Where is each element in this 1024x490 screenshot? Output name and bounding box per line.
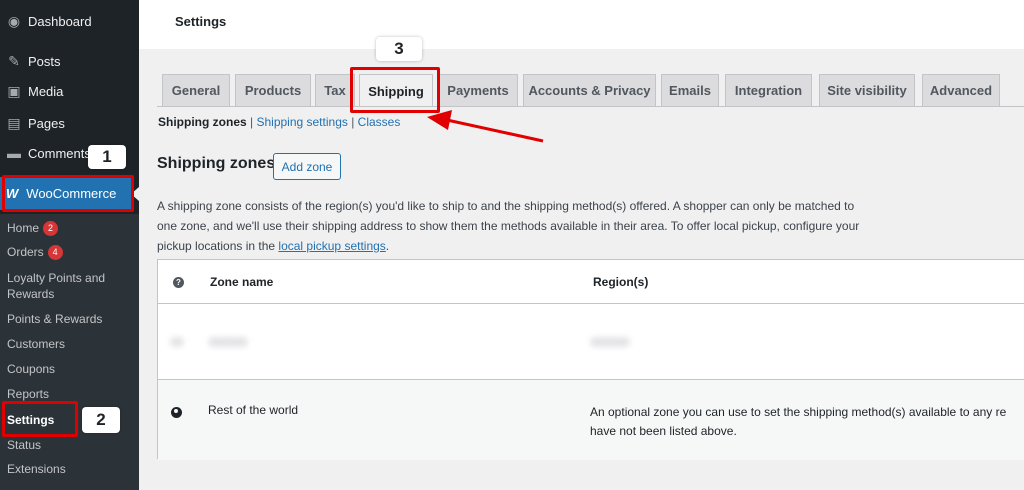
tabs-divider	[157, 106, 1024, 107]
submenu-customers[interactable]: Customers	[7, 336, 132, 352]
globe-icon	[171, 407, 182, 418]
tab-advanced[interactable]: Advanced	[922, 74, 1000, 106]
submenu-orders[interactable]: Orders 4	[7, 244, 132, 261]
tab-site-visibility[interactable]: Site visibility	[819, 74, 915, 106]
zone-description-line: have not been listed above.	[590, 424, 737, 438]
submenu-label: Home	[7, 221, 40, 235]
zone-name: Rest of the world	[208, 403, 299, 417]
blurred-content	[590, 337, 630, 347]
page-header: Settings	[139, 0, 1024, 49]
blurred-content	[208, 337, 248, 347]
submenu-coupons[interactable]: Coupons	[7, 361, 132, 377]
subnav-shipping-settings[interactable]: Shipping settings	[256, 115, 347, 129]
submenu-status[interactable]: Status	[7, 437, 132, 453]
pin-icon: ✎	[8, 52, 20, 69]
add-zone-button[interactable]: Add zone	[273, 153, 341, 180]
count-badge: 2	[43, 221, 59, 237]
page-icon: ▤	[7, 114, 21, 131]
tab-products[interactable]: Products	[235, 74, 311, 106]
column-zone-name: Zone name	[210, 275, 274, 289]
subnav-shipping-zones[interactable]: Shipping zones	[158, 115, 247, 129]
menu-label: Comments	[28, 145, 91, 161]
table-row-rest-of-world[interactable]: Rest of the world An optional zone you c…	[158, 380, 1024, 460]
shipping-zones-table: ? Zone name Region(s) Rest of the world …	[157, 259, 1024, 460]
submenu-reports[interactable]: Reports	[7, 386, 132, 402]
annotation-highlight-shipping-tab	[350, 67, 440, 113]
subnav-classes[interactable]: Classes	[358, 115, 401, 129]
shipping-subnav: Shipping zones | Shipping settings | Cla…	[158, 115, 400, 129]
annotation-highlight-settings	[2, 401, 78, 437]
description-text: A shipping zone consists of the region(s…	[157, 199, 860, 253]
blurred-content	[170, 337, 184, 347]
media-icon: ▣	[7, 82, 21, 99]
submenu-home[interactable]: Home 2	[7, 220, 132, 237]
annotation-step-1: 1	[88, 145, 126, 169]
page-title: Settings	[175, 14, 227, 29]
table-header: ? Zone name Region(s)	[158, 260, 1024, 304]
dashboard-icon: ◉	[7, 12, 21, 29]
subnav-separator: |	[347, 115, 358, 129]
help-icon[interactable]: ?	[173, 277, 184, 288]
table-row[interactable]	[158, 304, 1024, 380]
tab-emails[interactable]: Emails	[661, 74, 719, 106]
tab-integration[interactable]: Integration	[725, 74, 812, 106]
menu-label: Posts	[28, 53, 61, 69]
annotation-step-2: 2	[82, 407, 120, 433]
submenu-loyalty-points[interactable]: Loyalty Points and Rewards	[7, 270, 132, 302]
arrow-head	[427, 110, 452, 130]
menu-dashboard[interactable]: ◉ Dashboard	[0, 6, 139, 36]
annotation-step-3: 3	[376, 37, 422, 61]
count-badge: 4	[47, 245, 63, 261]
tab-payments[interactable]: Payments	[438, 74, 518, 106]
zone-description: An optional zone you can use to set the …	[590, 403, 1024, 441]
menu-label: Pages	[28, 115, 65, 131]
column-regions: Region(s)	[593, 275, 649, 289]
menu-posts[interactable]: ✎ Posts	[0, 46, 139, 76]
menu-pages[interactable]: ▤ Pages	[0, 108, 139, 138]
submenu-points-rewards[interactable]: Points & Rewards	[7, 311, 132, 327]
menu-media[interactable]: ▣ Media	[0, 76, 139, 106]
woocommerce-submenu: Home 2 Orders 4 Loyalty Points and Rewards…	[0, 214, 139, 490]
subnav-separator: |	[246, 115, 257, 129]
arrow-shaft	[446, 118, 544, 143]
submenu-label: Orders	[7, 245, 44, 259]
tab-tax[interactable]: Tax	[315, 74, 355, 106]
tab-accounts-privacy[interactable]: Accounts & Privacy	[523, 74, 656, 106]
local-pickup-settings-link[interactable]: local pickup settings	[278, 239, 385, 253]
menu-label: Media	[28, 83, 64, 99]
section-title: Shipping zones	[157, 155, 276, 172]
zone-description-line: An optional zone you can use to set the …	[590, 405, 1007, 419]
submenu-extensions[interactable]: Extensions	[7, 461, 132, 477]
comment-icon: ▬	[7, 145, 21, 161]
menu-label: Dashboard	[28, 13, 92, 29]
description-end: .	[385, 239, 390, 253]
tab-general[interactable]: General	[162, 74, 230, 106]
section-description: A shipping zone consists of the region(s…	[157, 196, 877, 256]
annotation-highlight-woocommerce	[2, 175, 134, 212]
